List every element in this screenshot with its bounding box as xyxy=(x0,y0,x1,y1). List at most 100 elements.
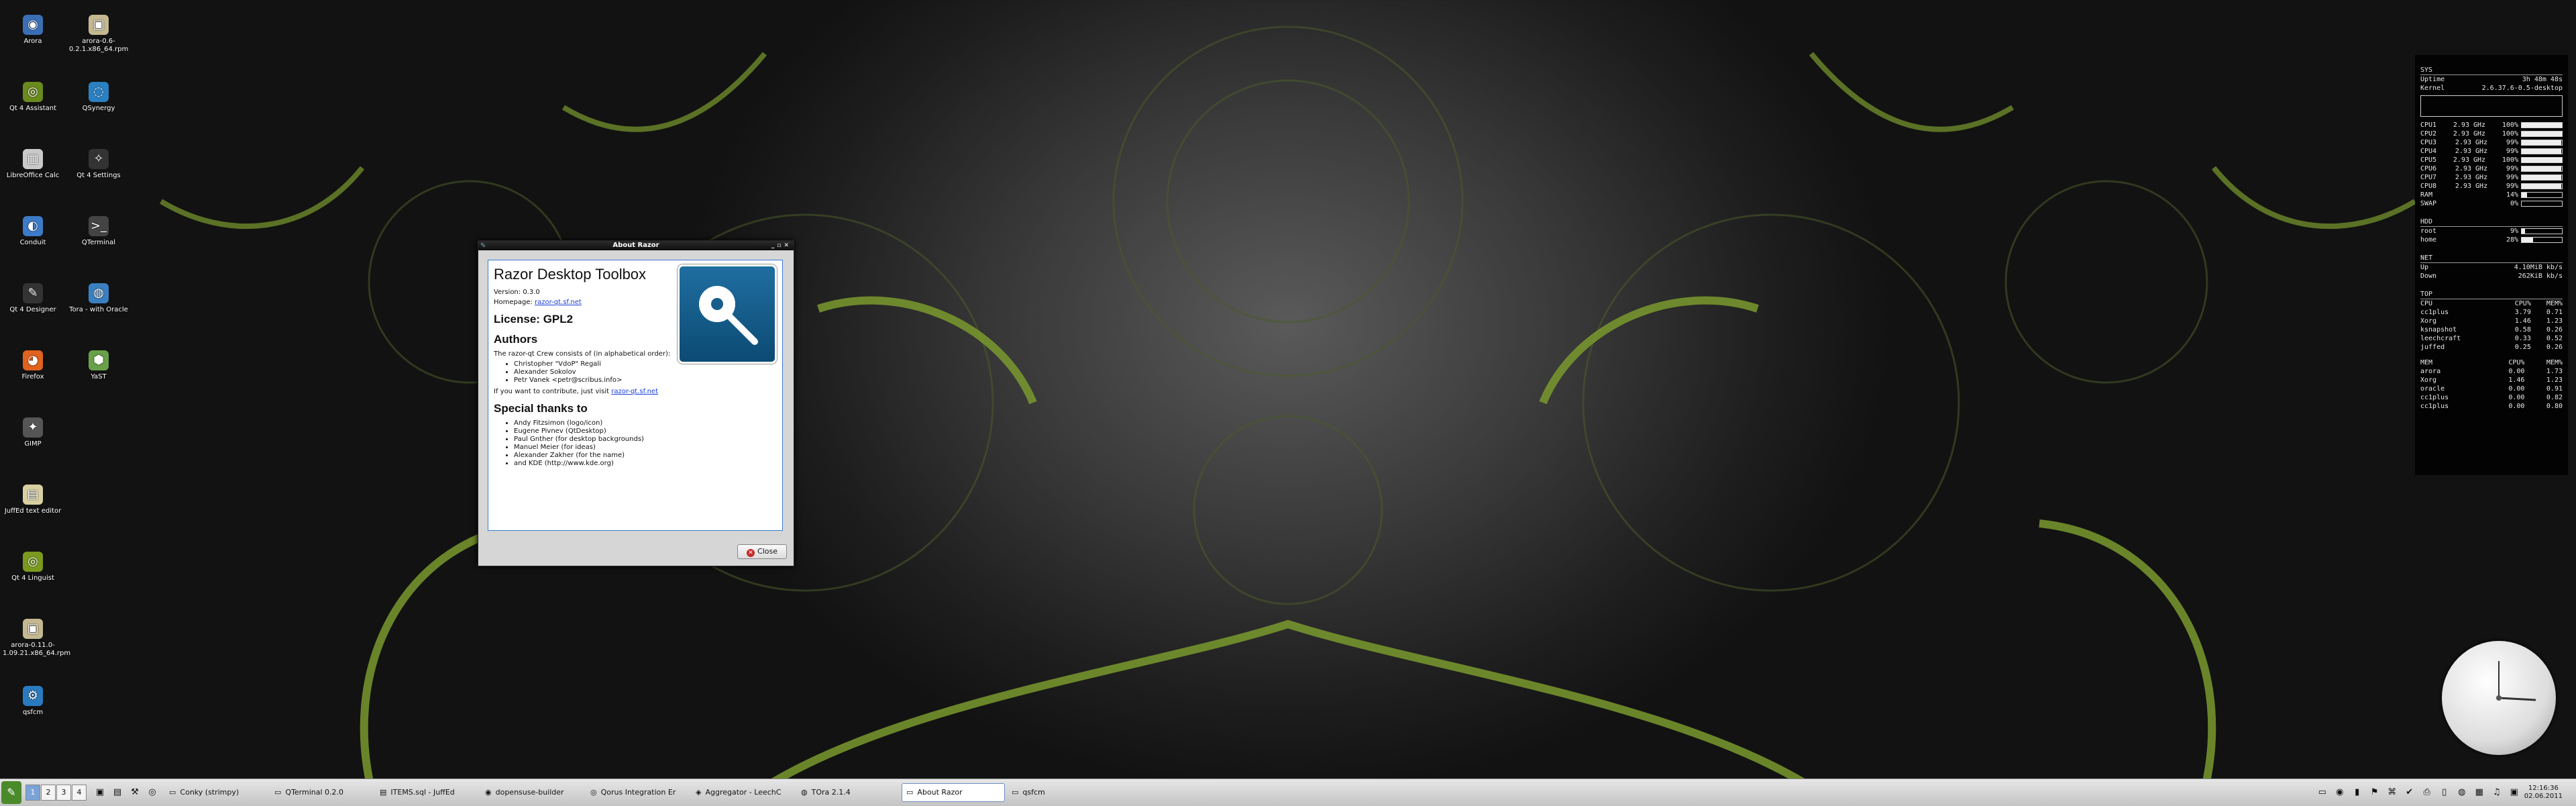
desktop-icon-linguist[interactable]: ◎ Qt 4 Linguist xyxy=(3,552,63,583)
synergy-icon: ◌ xyxy=(89,82,109,102)
close-icon[interactable]: ✕ xyxy=(784,242,792,249)
kernel-label: Kernel xyxy=(2420,85,2445,92)
desktop-icon-yast[interactable]: ⬢ YaST xyxy=(68,350,129,381)
disk-pct: 28% xyxy=(2506,236,2518,244)
close-label: Close xyxy=(757,547,777,556)
volume-icon[interactable]: ♫ xyxy=(2489,785,2504,800)
top-process-cell: Xorg xyxy=(2420,317,2437,325)
thanks-item: Paul Gnther (for desktop backgrounds) xyxy=(514,436,777,443)
top-process-row: leechcraft 0.33 0.52 xyxy=(2420,334,2563,343)
start-menu-button[interactable]: ✎ xyxy=(1,781,21,804)
top-process-cell: 0.00 xyxy=(2508,385,2525,393)
desktop-icon-package[interactable]: ▣ arora-0.6-0.2.1.x86_64.rpm xyxy=(68,15,129,54)
wrench-icon xyxy=(699,286,758,345)
file-manager-icon[interactable]: ▤ xyxy=(110,785,125,800)
display-icon[interactable]: ▦ xyxy=(2472,785,2487,800)
terminal-icon[interactable]: ▣ xyxy=(93,785,107,800)
taskbar-task[interactable]: ◎ Qorus Integration Er xyxy=(586,783,689,802)
settings-icon[interactable]: ◎ xyxy=(145,785,160,800)
editor-icon: ▤ xyxy=(23,485,43,505)
printer-icon[interactable]: ⎙ xyxy=(2420,785,2434,800)
cpu-pct: 100% xyxy=(2502,156,2518,164)
desktop-icon-calc[interactable]: ▦ LibreOffice Calc xyxy=(3,149,63,180)
desktop-icon-editor[interactable]: ▤ JuffEd text editor xyxy=(3,485,63,515)
desktop-4[interactable]: 4 xyxy=(72,785,87,801)
desktop-icon-sync[interactable]: ◐ Conduit xyxy=(3,216,63,247)
top-process-cell: 1.73 xyxy=(2546,368,2563,375)
check-icon[interactable]: ✔ xyxy=(2402,785,2417,800)
top-process-cell: 1.46 xyxy=(2508,376,2525,384)
desktop-icon-synergy[interactable]: ◌ QSynergy xyxy=(68,82,129,113)
assistant-icon: ◎ xyxy=(23,82,43,102)
cpu-pct: 99% xyxy=(2506,139,2518,146)
top-header-row: CPU CPU% MEM% xyxy=(2420,299,2563,308)
taskbar-task[interactable]: ▭ About Razor xyxy=(902,783,1005,802)
top-process-cell: 3.79 xyxy=(2514,309,2531,316)
author-item[interactable]: Petr Vanek <petr@scribus.info> xyxy=(514,376,777,384)
desktop-icon-assistant[interactable]: ◎ Qt 4 Assistant xyxy=(3,82,63,113)
flag-icon[interactable]: ⚑ xyxy=(2367,785,2382,800)
disk-pct: 9% xyxy=(2510,228,2518,235)
top-process-cell: cc1plus xyxy=(2420,403,2449,410)
cpu-pct: 99% xyxy=(2506,174,2518,181)
top-process-cell: ksnapshot xyxy=(2420,326,2457,334)
cpu-bar xyxy=(2520,174,2563,181)
cpu-freq: 2.93 GHz xyxy=(2455,148,2488,155)
desktop-icon-globe[interactable]: ◉ Arora xyxy=(3,15,63,46)
contribute-link[interactable]: razor-qt.sf.net xyxy=(611,388,658,395)
firefox-icon: ◕ xyxy=(23,350,43,370)
tray-date: 02.06.2011 xyxy=(2524,793,2563,800)
desktop-icon-package[interactable]: ▣ arora-0.11.0-1.09.21.x86_64.rpm xyxy=(3,619,70,658)
disk-name: home xyxy=(2420,236,2437,244)
top-process-cell: 1.46 xyxy=(2514,317,2531,325)
desktop-icon-label: Firefox xyxy=(21,373,44,381)
taskbar-task[interactable]: ◈ Aggregator - LeechC xyxy=(691,783,794,802)
top-cpu-table: CPU CPU% MEM% cc1plus 3.79 0.71 Xorg 1.46 1.23 ks… xyxy=(2420,299,2563,352)
desktop-icon-tora[interactable]: ◍ Tora - with Oracle xyxy=(68,283,129,314)
desktop-3[interactable]: 3 xyxy=(56,785,71,801)
gear-icon: ⚙ xyxy=(23,686,43,706)
battery-icon[interactable]: ▮ xyxy=(2350,785,2365,800)
taskbar-task[interactable]: ▤ ITEMS.sql - JuffEd xyxy=(375,783,478,802)
desktop-icon-settings[interactable]: ✧ Qt 4 Settings xyxy=(68,149,129,180)
dialog-titlebar[interactable]: ✎ About Razor _▫✕ xyxy=(478,241,794,250)
lock-icon[interactable]: ⌘ xyxy=(2385,785,2400,800)
net-down-row: Down 262KiB kb/s xyxy=(2420,272,2563,281)
desktop-icon-terminal[interactable]: >_ QTerminal xyxy=(68,216,129,247)
top-process-row: cc1plus 0.00 0.80 xyxy=(2420,402,2563,411)
desktop-icon-firefox[interactable]: ◕ Firefox xyxy=(3,350,63,381)
taskbar-task[interactable]: ▭ Conky (strimpy) xyxy=(164,783,268,802)
tool-icon[interactable]: ⚒ xyxy=(127,785,142,800)
desktop-icon-designer[interactable]: ✎ Qt 4 Designer xyxy=(3,283,63,314)
desktop-2[interactable]: 2 xyxy=(41,785,56,801)
network-icon[interactable]: ◉ xyxy=(2332,785,2347,800)
cpu-pct: 100% xyxy=(2502,130,2518,138)
box-icon[interactable]: ▣ xyxy=(2507,785,2522,800)
desktop-icon-label: Qt 4 Designer xyxy=(9,306,56,313)
contribute-line: If you want to contribute, just visit ra… xyxy=(494,388,777,395)
taskbar-task[interactable]: ◍ TOra 2.1.4 xyxy=(796,783,900,802)
top-process-row: ksnapshot 0.58 0.26 xyxy=(2420,325,2563,334)
close-button[interactable]: ✕ Close xyxy=(737,544,787,559)
homepage-link[interactable]: razor-qt.sf.net xyxy=(535,299,582,306)
maximize-icon[interactable]: ▫ xyxy=(777,242,784,249)
tora-icon: ◍ xyxy=(89,283,109,303)
ram-value: 14% xyxy=(2506,191,2518,199)
cpu-pct: 99% xyxy=(2506,148,2518,155)
window-icon[interactable]: ▭ xyxy=(2315,785,2330,800)
usb-icon[interactable]: ▯ xyxy=(2437,785,2452,800)
taskbar-task[interactable]: ▭ qsfcm xyxy=(1007,783,1110,802)
kernel-value: 2.6.37.6-0.5-desktop xyxy=(2481,85,2563,92)
task-label: Qorus Integration Er xyxy=(600,788,676,797)
top-process-cell: juffed xyxy=(2420,344,2445,351)
wallpaper xyxy=(159,26,2417,805)
tray-clock[interactable]: 12:16:36 02.06.2011 xyxy=(2524,785,2563,801)
taskbar-task[interactable]: ◉ dopensuse-builder xyxy=(480,783,584,802)
globe-icon[interactable]: ◍ xyxy=(2455,785,2469,800)
desktop-icon-gimp[interactable]: ✦ GIMP xyxy=(3,417,63,448)
desktop-icon-gear[interactable]: ⚙ qsfcm xyxy=(3,686,63,717)
desktop-1[interactable]: 1 xyxy=(25,785,40,801)
taskbar-task[interactable]: ▭ QTerminal 0.2.0 xyxy=(270,783,373,802)
task-label: ITEMS.sql - JuffEd xyxy=(390,788,455,797)
package-icon: ▣ xyxy=(23,619,43,639)
